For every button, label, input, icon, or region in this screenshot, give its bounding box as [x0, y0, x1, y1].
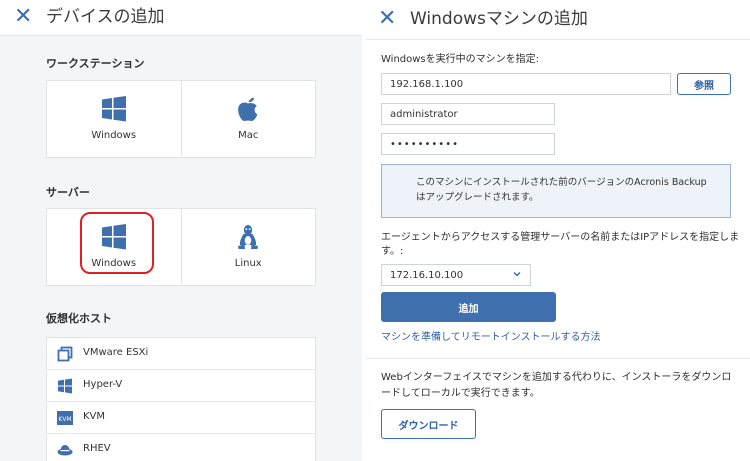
hyperv-icon	[58, 378, 72, 394]
section-separator	[366, 358, 750, 359]
rhev-icon	[57, 445, 73, 456]
management-server-value: 172.16.10.100	[390, 270, 464, 281]
add-windows-form: Windowsを実行中のマシンを指定: 参照 このマシンにインストールされた前の…	[366, 40, 750, 461]
machine-address-input[interactable]	[381, 73, 671, 95]
virtual-host-list: VMware ESXi Hyper-V KVM KVM RHEV	[46, 337, 316, 461]
upgrade-info-box: このマシンにインストールされた前のバージョンのAcronis Backupはアッ…	[381, 164, 731, 218]
host-item-rhev[interactable]: RHEV	[47, 434, 315, 461]
server-linux-tile[interactable]: Linux	[182, 209, 316, 285]
host-label-hyperv: Hyper-V	[83, 379, 123, 390]
add-device-header: ✕ デバイスの追加	[0, 0, 362, 36]
download-description: Webインターフェイスでマシンを追加する代わりに、インストーラをダウンロードして…	[381, 372, 732, 399]
workstation-tiles: Windows Mac	[46, 80, 316, 158]
host-item-hyperv[interactable]: Hyper-V	[47, 370, 315, 402]
workstation-section-label: ワークステーション	[46, 57, 145, 70]
add-windows-machine-panel: ✕ Windowsマシンの追加 Windowsを実行中のマシンを指定: 参照 こ…	[366, 0, 750, 461]
username-input[interactable]	[381, 103, 555, 125]
host-label-kvm: KVM	[83, 411, 106, 422]
remote-install-help-link[interactable]: マシンを準備してリモートインストールする方法	[381, 328, 601, 343]
workstation-mac-label: Mac	[238, 130, 259, 141]
upgrade-info-text: このマシンにインストールされた前のバージョンのAcronis Backupはアッ…	[416, 177, 707, 203]
password-input[interactable]	[381, 133, 555, 155]
virtual-host-section-label: 仮想化ホスト	[46, 312, 112, 325]
vmware-icon	[57, 346, 73, 362]
add-windows-title: Windowsマシンの追加	[410, 9, 588, 29]
workstation-mac-tile[interactable]: Mac	[182, 81, 316, 157]
browse-button[interactable]: 参照	[677, 73, 731, 95]
management-server-select[interactable]: 172.16.10.100	[381, 264, 531, 286]
download-button[interactable]: ダウンロード	[381, 409, 476, 439]
windows-icon	[101, 96, 126, 122]
add-windows-header: ✕ Windowsマシンの追加	[366, 0, 750, 40]
workstation-windows-tile[interactable]: Windows	[47, 81, 182, 157]
server-section-label: サーバー	[46, 186, 90, 199]
host-label-rhev: RHEV	[83, 443, 111, 454]
add-device-title: デバイスの追加	[46, 7, 165, 27]
host-label-vmware: VMware ESXi	[83, 347, 149, 358]
kvm-icon-text: KVM	[58, 416, 71, 423]
close-icon[interactable]: ✕	[378, 8, 396, 30]
server-linux-label: Linux	[234, 258, 262, 269]
chevron-down-icon	[513, 271, 521, 277]
machine-field-label: Windowsを実行中のマシンを指定:	[381, 54, 540, 65]
management-server-label: エージェントからアクセスする管理サーバーの名前またはIPアドレスを指定します。:	[381, 232, 740, 257]
apple-icon	[238, 97, 258, 121]
close-icon[interactable]: ✕	[14, 6, 32, 28]
workstation-windows-label: Windows	[91, 130, 137, 141]
selection-highlight	[80, 212, 154, 274]
host-item-kvm[interactable]: KVM KVM	[47, 402, 315, 434]
host-item-vmware[interactable]: VMware ESXi	[47, 338, 315, 370]
add-device-panel: ✕ デバイスの追加 ワークステーション Windows Mac サーバー Win…	[0, 0, 362, 461]
add-button[interactable]: 追加	[381, 292, 556, 322]
linux-icon	[238, 225, 259, 249]
kvm-icon: KVM	[57, 411, 73, 425]
